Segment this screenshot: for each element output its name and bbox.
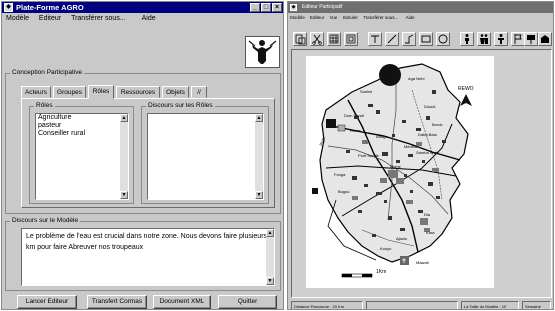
scale-label: 1Km	[376, 269, 386, 275]
tab-objets[interactable]: Objets	[162, 86, 189, 98]
map-canvas[interactable]: REWO 1Km Sonimi Aga Nebi Dioudi Borok Da…	[291, 49, 552, 298]
group-person-tool-icon[interactable]	[477, 32, 491, 46]
map-label: Route	[350, 128, 361, 133]
cut-tool-icon[interactable]	[310, 32, 324, 46]
map-label: Dom Sandi	[344, 113, 364, 118]
map-label: Sonimi	[360, 89, 372, 94]
map-label: Kara	[426, 230, 435, 235]
discours-modele-value: Le problème de l'eau est crucial dans no…	[26, 233, 268, 251]
status-distance: Distance Parcourue : 20 Km	[291, 301, 363, 309]
person-tool-icon[interactable]	[460, 32, 474, 46]
sign-tool-icon[interactable]	[524, 32, 538, 46]
list-item[interactable]: pasteur	[36, 122, 128, 130]
discours-modele-scrollbar[interactable]: ▲ ▼	[266, 229, 274, 285]
platform-menubar: Modèle Editeur Transférer sous... Aide	[2, 13, 283, 24]
menu-editeur[interactable]: Editeur	[35, 13, 65, 24]
roles-group-label: Rôles	[34, 102, 55, 110]
scroll-up-icon[interactable]: ▲	[266, 229, 274, 237]
map-label: Ajaolo	[396, 236, 408, 241]
building-tool-icon[interactable]	[538, 32, 552, 46]
tab-groupes[interactable]: Groupes	[53, 86, 86, 98]
map-label: Pont Sondé	[358, 153, 380, 158]
map-label: Fonga	[334, 172, 346, 177]
editor-menubar: Modèle Editeur Vue Simuler Transférer so…	[288, 13, 553, 22]
platform-window: ◆ Plate-Forme AGRO _ □ × Modèle Editeur …	[1, 1, 284, 310]
tab-acteurs[interactable]: Acteurs	[21, 86, 51, 98]
minimize-button[interactable]: _	[250, 3, 260, 12]
menu-editeur[interactable]: Editeur	[308, 13, 326, 22]
map-label: Kouyo	[380, 246, 392, 251]
menu-vue[interactable]: Vue	[328, 13, 340, 22]
ellipse-tool-icon[interactable]	[436, 32, 450, 46]
scroll-down-icon[interactable]: ▼	[120, 191, 128, 199]
editor-window: ◆ Editeur Participatif Modèle Editeur Vu…	[287, 1, 554, 310]
map-label: Samba Sodé	[416, 150, 440, 155]
map-label: Mawati	[416, 260, 429, 265]
rectangle-tool-icon[interactable]	[419, 32, 433, 46]
grid-tool-icon[interactable]	[327, 32, 341, 46]
figure-logo	[245, 36, 280, 68]
list-item[interactable]: Conseiller rural	[36, 130, 128, 138]
transfert-cormas-button[interactable]: Transfert Cormas	[87, 295, 147, 309]
editor-title: Editeur Participatif	[302, 4, 343, 10]
list-item[interactable]: Agriculture	[36, 114, 128, 122]
close-button[interactable]: ×	[272, 3, 282, 12]
status-model-size: La Taille du Modèle : 10	[461, 301, 519, 309]
map-label: Mairie	[390, 164, 402, 169]
platform-titlebar[interactable]: ◆ Plate-Forme AGRO	[2, 2, 283, 13]
platform-title: Plate-Forme AGRO	[16, 3, 84, 12]
map-label: Borok	[432, 122, 442, 127]
tab-more[interactable]: //	[191, 86, 207, 98]
discours-roles-text[interactable]: ▲ ▼	[147, 113, 264, 200]
menu-transferer[interactable]: Transférer sous...	[361, 13, 400, 22]
roles-list[interactable]: Agriculture pasteur Conseiller rural ▲ ▼	[35, 113, 129, 200]
app-icon: ◆	[4, 3, 13, 12]
discours-roles-label: Discours sur les Rôles	[146, 102, 215, 110]
flag-tool-icon[interactable]	[511, 32, 525, 46]
tab-roles[interactable]: Rôles	[88, 85, 114, 99]
editor-titlebar[interactable]: ◆ Editeur Participatif	[288, 2, 553, 13]
line-tool-icon[interactable]	[385, 32, 399, 46]
map-label: Aftaga	[376, 134, 388, 139]
menu-modele[interactable]: Modèle	[2, 13, 33, 24]
map-label: Daba Bala	[418, 132, 437, 137]
status-empty	[366, 301, 458, 309]
scroll-down-icon[interactable]: ▼	[266, 277, 274, 285]
discours-modele-label: Discours sur le Modèle	[10, 217, 81, 225]
map-label: Dia	[424, 212, 431, 217]
status-period: Semaine	[522, 301, 551, 309]
conception-label: Conception Participative	[10, 69, 85, 77]
polyline-tool-icon[interactable]	[402, 32, 416, 46]
t-line-tool-icon[interactable]	[368, 32, 382, 46]
roles-scrollbar[interactable]: ▲ ▼	[120, 114, 128, 199]
menu-aide[interactable]: Aide	[132, 13, 160, 24]
frame-tool-icon[interactable]	[344, 32, 358, 46]
map-label: Bogou	[338, 189, 350, 194]
scroll-up-icon[interactable]: ▲	[120, 114, 128, 122]
menu-modele[interactable]: Modèle	[288, 13, 307, 22]
tab-ressources[interactable]: Ressources	[116, 86, 160, 98]
north-label: REWO	[458, 86, 474, 92]
discours-roles-scrollbar[interactable]: ▲ ▼	[255, 114, 263, 199]
select-tool-icon[interactable]	[293, 32, 307, 46]
actor-tool-icon[interactable]	[494, 32, 508, 46]
map-label: Dioudi	[424, 104, 435, 109]
village-map[interactable]: REWO 1Km Sonimi Aga Nebi Dioudi Borok Da…	[292, 50, 551, 297]
menu-simuler[interactable]: Simuler	[341, 13, 360, 22]
map-label: Aga Nebi	[408, 76, 425, 81]
document-xml-button[interactable]: Document XML	[153, 295, 211, 309]
menu-transferer[interactable]: Transférer sous...	[67, 13, 130, 24]
map-label: Médina	[404, 144, 418, 149]
quitter-button[interactable]: Quitter	[218, 295, 277, 309]
maximize-button[interactable]: □	[261, 3, 271, 12]
app-icon: ◆	[290, 4, 297, 11]
scroll-down-icon[interactable]: ▼	[255, 191, 263, 199]
lancer-editeur-button[interactable]: Lancer Editeur	[17, 295, 77, 309]
menu-aide[interactable]: Aide	[402, 13, 419, 22]
scroll-up-icon[interactable]: ▲	[255, 114, 263, 122]
discours-modele-input[interactable]: Le problème de l'eau est crucial dans no…	[21, 228, 275, 286]
